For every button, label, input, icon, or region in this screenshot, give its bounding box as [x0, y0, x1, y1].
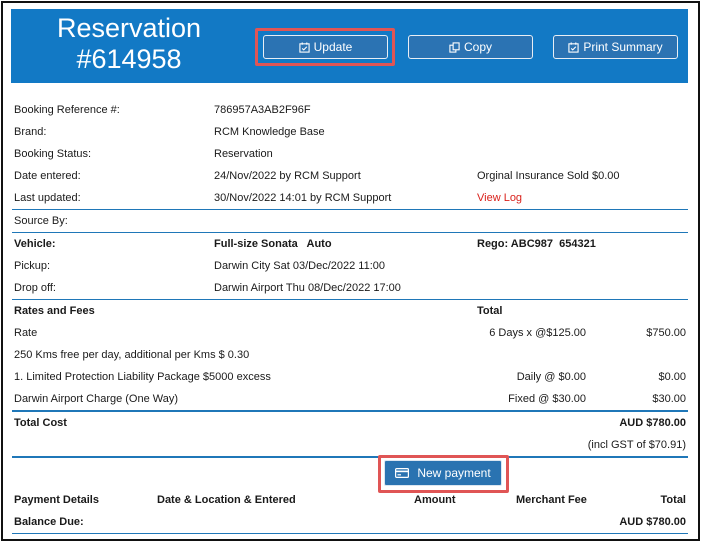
- balance-due-row: Balance Due: AUD $780.00: [12, 512, 688, 534]
- last-updated-value: 30/Nov/2022 14:01 by RCM Support: [214, 192, 392, 204]
- copy-icon: [449, 41, 460, 53]
- date-entered-row: Date entered: 24/Nov/2022 by RCM Support…: [12, 166, 688, 188]
- rate-item-row: 250 Kms free per day, additional per Kms…: [12, 345, 688, 367]
- rego-value: Rego: ABC987 654321: [477, 238, 596, 250]
- column-header: Amount: [414, 494, 456, 506]
- new-payment-button[interactable]: New payment: [384, 460, 502, 486]
- booking-reference-row: Booking Reference #: 786957A3AB2F96F: [12, 100, 688, 122]
- rates-heading: Rates and Fees: [14, 305, 95, 317]
- dropoff-value: Darwin Airport Thu 08/Dec/2022 17:00: [214, 282, 401, 294]
- booking-reference-value: 786957A3AB2F96F: [214, 104, 311, 116]
- vehicle-label: Vehicle:: [14, 238, 56, 250]
- rate-item-calc: Daily @ $0.00: [516, 371, 586, 383]
- date-entered-value: 24/Nov/2022 by RCM Support: [214, 170, 361, 182]
- copy-label: Copy: [463, 40, 492, 54]
- calendar-check-icon: [299, 41, 310, 53]
- calendar-check-icon: [568, 41, 579, 53]
- rates-total-heading: Total: [477, 305, 503, 317]
- brand-value: RCM Knowledge Base: [214, 126, 325, 138]
- title-line-2: #614958: [76, 44, 182, 74]
- pickup-label: Pickup:: [14, 260, 51, 272]
- divider: [12, 232, 688, 233]
- column-header: Total: [660, 494, 686, 506]
- update-button[interactable]: Update: [263, 35, 388, 59]
- last-updated-label: Last updated:: [14, 192, 81, 204]
- booking-status-row: Booking Status: Reservation: [12, 144, 688, 166]
- divider: [12, 456, 688, 458]
- rate-item-name: 250 Kms free per day, additional per Kms…: [14, 349, 250, 361]
- rate-item-amount: $30.00: [652, 393, 686, 405]
- rate-item-calc: Fixed @ $30.00: [508, 393, 586, 405]
- rate-item-calc: 6 Days x @$125.00: [489, 327, 586, 339]
- pickup-value: Darwin City Sat 03/Dec/2022 11:00: [214, 260, 385, 272]
- divider: [12, 410, 688, 412]
- rate-item-row: Darwin Airport Charge (One Way) Fixed @ …: [12, 389, 688, 411]
- total-cost-row: Total Cost AUD $780.00: [12, 413, 688, 435]
- original-insurance-text: Orginal Insurance Sold $0.00: [477, 170, 620, 182]
- rate-item-name: Darwin Airport Charge (One Way): [14, 393, 179, 405]
- print-summary-button[interactable]: Print Summary: [553, 35, 678, 59]
- vehicle-row: Vehicle: Full-size Sonata Auto Rego: ABC…: [12, 234, 688, 256]
- update-label: Update: [313, 40, 353, 54]
- divider: [12, 299, 688, 300]
- gst-row: (incl GST of $70.91): [12, 435, 688, 457]
- booking-status-value: Reservation: [214, 148, 273, 160]
- dropoff-label: Drop off:: [14, 282, 56, 294]
- column-header: Payment Details: [14, 494, 99, 506]
- rate-item-name: Rate: [14, 327, 38, 339]
- new-payment-label: New payment: [417, 466, 491, 480]
- divider: [12, 533, 688, 534]
- title-line-1: Reservation: [56, 13, 202, 43]
- page-title: Reservation #614958: [29, 13, 229, 75]
- rate-item-amount: $750.00: [646, 327, 686, 339]
- booking-reference-label: Booking Reference #:: [14, 104, 120, 116]
- vehicle-value: Full-size Sonata Auto: [214, 238, 332, 250]
- rates-heading-row: Rates and Fees Total: [12, 301, 688, 323]
- rate-item-amount: $0.00: [658, 371, 686, 383]
- payment-columns-row: Payment Details Date & Location & Entere…: [12, 490, 688, 512]
- view-log-link[interactable]: View Log: [477, 192, 522, 204]
- booking-status-label: Booking Status:: [14, 148, 92, 160]
- rate-item-row: Rate 6 Days x @$125.00 $750.00: [12, 323, 688, 345]
- total-cost-value: AUD $780.00: [619, 417, 686, 429]
- rate-item-name: 1. Limited Protection Liability Package …: [14, 371, 271, 383]
- column-header: Merchant Fee: [516, 494, 587, 506]
- source-by-row: Source By:: [12, 211, 688, 233]
- pickup-row: Pickup: Darwin City Sat 03/Dec/2022 11:0…: [12, 256, 688, 278]
- credit-card-icon: [395, 468, 410, 478]
- brand-row: Brand: RCM Knowledge Base: [12, 122, 688, 144]
- dropoff-row: Drop off: Darwin Airport Thu 08/Dec/2022…: [12, 278, 688, 300]
- copy-button[interactable]: Copy: [408, 35, 533, 59]
- date-entered-label: Date entered:: [14, 170, 81, 182]
- column-header: Date & Location & Entered: [157, 494, 296, 506]
- source-by-label: Source By:: [14, 215, 68, 227]
- last-updated-row: Last updated: 30/Nov/2022 14:01 by RCM S…: [12, 188, 688, 210]
- divider: [12, 209, 688, 210]
- balance-due-label: Balance Due:: [14, 516, 84, 528]
- rate-item-row: 1. Limited Protection Liability Package …: [12, 367, 688, 389]
- print-summary-label: Print Summary: [583, 40, 663, 54]
- gst-note: (incl GST of $70.91): [587, 439, 686, 451]
- brand-label: Brand:: [14, 126, 47, 138]
- total-cost-label: Total Cost: [14, 417, 67, 429]
- balance-due-value: AUD $780.00: [619, 516, 686, 528]
